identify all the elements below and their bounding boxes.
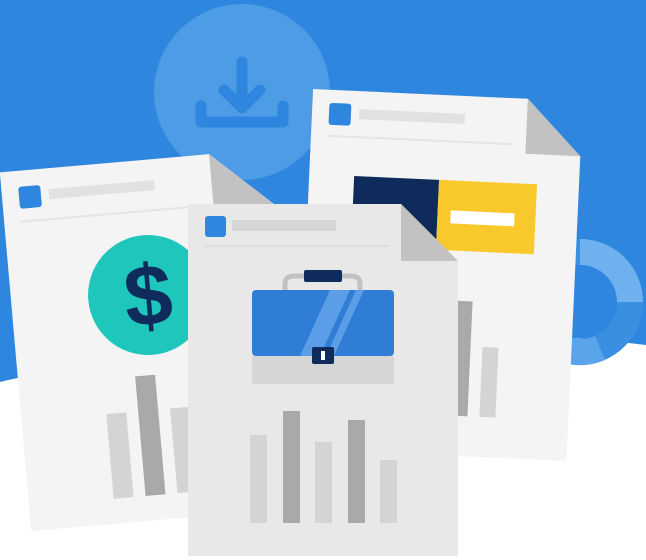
business-bar	[283, 411, 300, 523]
business-document	[188, 204, 458, 556]
doc-heading-line	[232, 220, 336, 231]
doc-badge	[18, 185, 42, 209]
doc-badge	[205, 216, 226, 237]
dollar-symbol: $	[120, 246, 176, 346]
report-bar	[479, 347, 499, 418]
doc-badge	[328, 102, 352, 126]
business-bar	[250, 435, 267, 523]
document-illustration: $	[0, 0, 646, 556]
business-bar	[380, 460, 397, 523]
business-bar	[348, 420, 365, 523]
business-bar	[315, 442, 332, 523]
download-icon	[154, 4, 330, 180]
